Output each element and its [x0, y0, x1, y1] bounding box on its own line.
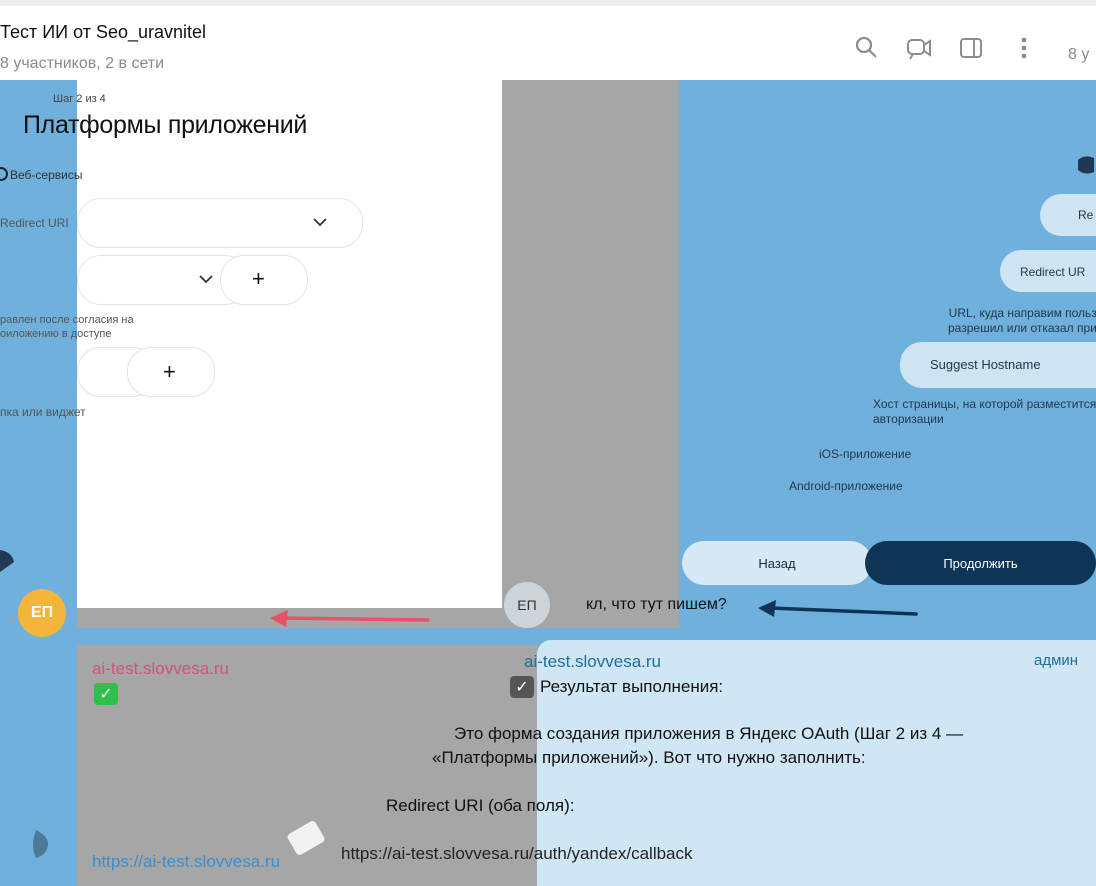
plus-icon[interactable]: + — [252, 266, 265, 292]
link-preview-icon — [287, 821, 325, 855]
more-menu-icon[interactable] — [1010, 34, 1038, 62]
annotation-arrow-left-icon — [270, 610, 430, 627]
redirect-uri-hint-right: URL, куда направим польз разрешил или от… — [948, 306, 1096, 335]
site-link[interactable]: https://ai-test.slovvesa.ru — [92, 852, 280, 872]
scroll-marker-icon — [0, 550, 14, 572]
chat-background-strip — [0, 80, 77, 886]
reply-paragraph-2: «Платформы приложений»). Вот что нужно з… — [432, 748, 866, 767]
sidebar-toggle-icon[interactable] — [957, 34, 985, 62]
search-icon[interactable] — [852, 34, 880, 62]
reply-paragraph-3: Redirect URI (оба поля): — [386, 796, 575, 815]
check-mark-icon: ✓ — [510, 676, 534, 698]
chevron-down-icon[interactable] — [312, 217, 328, 227]
chat-header: Тест ИИ от Seo_uravnitel 8 участников, 2… — [0, 0, 1096, 80]
annotation-arrow-right-icon — [758, 600, 918, 617]
sender-name[interactable]: ai-test.slovvesa.ru — [524, 652, 661, 672]
check-mark-icon: ✓ — [94, 683, 118, 705]
sender-name-shadow: ai-test.slovvesa.ru — [92, 659, 229, 678]
chat-title[interactable]: Тест ИИ от Seo_uravnitel — [0, 22, 206, 43]
plus-icon[interactable]: + — [163, 359, 176, 385]
chevron-down-icon[interactable] — [198, 274, 214, 284]
reply-paragraph-1: Это форма создания приложения в Яндекс O… — [454, 724, 964, 743]
avatar[interactable]: ЕП — [504, 582, 550, 628]
members-count-partial: 8 у — [1068, 46, 1090, 63]
android-app-checkbox-label[interactable]: Android-приложение — [789, 479, 903, 493]
callback-url-text: https://ai-test.slovvesa.ru/auth/yandex/… — [341, 844, 693, 863]
screenshot-shade — [502, 80, 679, 628]
redirect-hint-text: равлен после согласия на оиложению в дос… — [0, 314, 134, 340]
question-message-text: кл, что тут пишем? — [586, 596, 727, 613]
result-heading: Результат выполнения: — [540, 677, 724, 696]
redirect-uri-right-1: Re — [1078, 208, 1094, 222]
widget-label: пка или виджет — [0, 405, 86, 419]
form-step-indicator: Шаг 2 из 4 — [53, 93, 106, 105]
continue-button[interactable]: Продолжить — [865, 541, 1096, 585]
back-button[interactable]: Назад — [682, 541, 872, 585]
ios-app-checkbox-label[interactable]: iOS-приложение — [819, 447, 911, 461]
admin-badge: админ — [1034, 652, 1079, 669]
web-services-label: Веб-сервисы — [10, 168, 83, 182]
host-hint-text: Хост страницы, на которой разместится кн… — [873, 397, 1096, 426]
scroll-down-icon[interactable] — [26, 826, 58, 860]
chat-subtitle: 8 участников, 2 в сети — [0, 55, 165, 72]
close-icon[interactable] — [1074, 152, 1096, 178]
redirect-uri-right-2: Redirect UR — [1020, 265, 1086, 279]
redirect-uri-label: Redirect URI — [0, 216, 69, 230]
form-title: Платформы приложений — [23, 111, 308, 139]
video-chat-icon[interactable] — [905, 34, 933, 62]
suggest-hostname-placeholder: Suggest Hostname — [930, 357, 1041, 372]
avatar[interactable]: ЕП — [18, 589, 66, 637]
